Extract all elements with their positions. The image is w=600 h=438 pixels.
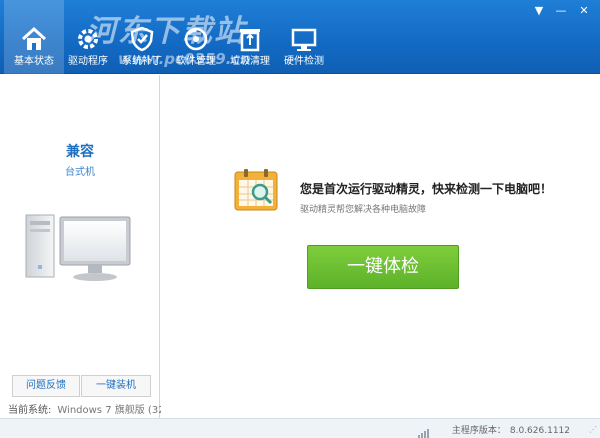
version-label: 主程序版本： — [451, 426, 506, 436]
one-click-install-button[interactable]: 一键装机 — [81, 375, 151, 397]
menu-dropdown-button[interactable]: ▼ — [530, 4, 548, 18]
current-system: 当前系统: Windows 7 旗舰版 (32位) — [8, 401, 178, 416]
first-run-headline: 您是首次运行驱动精灵，快来检测一下电脑吧！ — [300, 182, 553, 196]
tab-basic-status[interactable]: 基本状态 — [4, 0, 64, 74]
tab-junk-cleanup[interactable]: 垃圾清理 — [220, 0, 280, 74]
program-version: 主程序版本： 8.0.626.1112 — [452, 423, 570, 436]
resize-grip-icon[interactable]: ⋰ — [589, 425, 597, 434]
status-bar: 主程序版本： 8.0.626.1112 ⋰ — [0, 418, 600, 438]
tab-label: 垃圾清理 — [230, 56, 270, 67]
tab-system-patch[interactable]: 系统补丁 — [112, 0, 172, 74]
recycle-icon — [238, 24, 262, 52]
system-label: 当前系统: — [8, 405, 52, 416]
signal-icon — [418, 424, 430, 438]
tab-hardware-detect[interactable]: 硬件检测 — [274, 0, 334, 74]
tab-label: 驱动程序 — [68, 56, 108, 67]
disc-icon — [183, 24, 209, 52]
computer-brand: 兼容 — [66, 144, 94, 160]
desktop-computer-icon — [24, 211, 136, 287]
calendar-check-icon — [233, 167, 279, 217]
tab-label: 基本状态 — [14, 56, 54, 67]
left-panel: 兼容 台式机 问题反馈 一键装机 当前系统: Windows 7 旗舰版 (32位… — [0, 75, 178, 418]
tab-drivers[interactable]: 驱动程序 — [58, 0, 118, 74]
tab-software-manager[interactable]: 软件管理 — [166, 0, 226, 74]
monitor-icon — [291, 24, 317, 52]
first-run-subline: 驱动精灵帮您解决各种电脑故障 — [300, 205, 427, 215]
tab-label: 硬件检测 — [284, 56, 324, 67]
one-click-scan-button[interactable]: 一键体检 — [307, 245, 459, 289]
feedback-button[interactable]: 问题反馈 — [12, 375, 80, 397]
home-icon — [20, 24, 48, 52]
computer-type: 台式机 — [65, 167, 95, 178]
top-toolbar: 河东下载站 www.pc0359.cn 基本状态 驱动程序 系统补丁 软件管理 … — [0, 0, 600, 74]
version-value: 8.0.626.1112 — [509, 426, 570, 436]
gear-icon — [75, 24, 101, 52]
main-panel: 您是首次运行驱动精灵，快来检测一下电脑吧！ 驱动精灵帮您解决各种电脑故障 一键体… — [161, 75, 600, 418]
shield-icon — [130, 24, 154, 52]
close-button[interactable]: ✕ — [575, 4, 593, 18]
minimize-button[interactable]: — — [552, 4, 570, 18]
tab-label: 系统补丁 — [122, 56, 162, 67]
tab-label: 软件管理 — [176, 56, 216, 67]
